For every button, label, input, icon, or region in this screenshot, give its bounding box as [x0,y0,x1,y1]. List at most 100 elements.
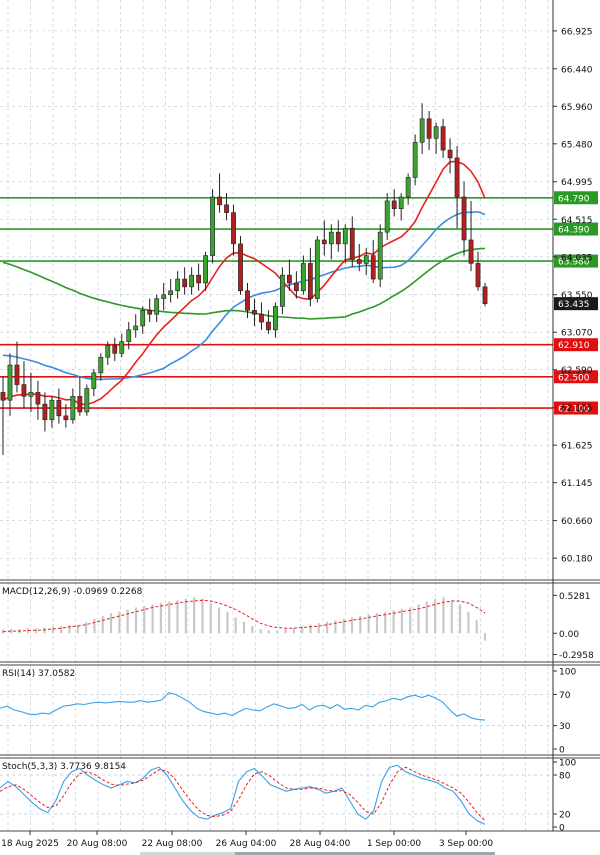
horizontal-levels: 64.79064.39063.98062.91062.50062.100 [0,191,598,415]
candle-body [119,341,125,354]
candle-body [293,282,299,292]
stoch-main-line [0,764,486,825]
macd-tick-label: 0.5281 [559,592,591,602]
candle-body [259,313,264,323]
candle-body [126,329,132,342]
candle-body [224,204,229,213]
candle-body [147,310,153,315]
candle-body [328,231,334,245]
candle-body [196,274,201,284]
candle-body [175,278,181,292]
candle-body [384,200,390,233]
grid-lines [0,0,553,831]
time-tick-label: 3 Sep 00:00 [439,839,494,849]
level-label: 64.790 [558,194,590,204]
candle-body [49,399,55,421]
candle-body [42,403,48,421]
price-tick-label: 66.925 [561,27,593,37]
candle-body [419,118,425,143]
time-tick-label: 1 Sep 00:00 [367,839,422,849]
candle-body [273,306,278,331]
level-label: 64.390 [558,226,590,236]
rsi-tick-label: 0 [559,746,565,756]
macd-tick-label: -0.2958 [559,651,594,661]
candle-body [70,396,76,421]
stoch-tick-label: 20 [559,811,571,821]
candle-body [447,149,453,159]
price-tick-label: 61.145 [561,479,593,489]
price-tick-label: 64.995 [561,178,593,188]
stoch-tick-label: 80 [559,772,571,782]
candle-body [21,384,27,397]
price-tick-label: 61.625 [561,442,593,452]
candle-body [377,231,383,280]
candle-body [335,231,341,245]
time-axis: 18 Aug 2025 20 Aug 08:00 22 Aug 08:00 26 Au… [1,831,495,855]
macd-tick-label: 0.00 [559,630,579,640]
level-label: 62.910 [558,341,590,351]
candle-body [84,388,90,413]
candle-body [77,396,83,413]
candle-body [280,274,285,307]
price-tick-label: 62.105 [561,404,593,414]
candle-body [300,263,306,292]
candle-body [440,126,446,151]
candle-body [321,239,327,245]
candle-body [56,399,62,417]
candle-body [252,310,257,315]
macd-title: MACD(12,26,9) -0.0969 0.2268 [2,587,143,597]
candle-body [391,200,397,210]
price-tick-label: 64.515 [561,216,593,226]
candle-body [217,196,222,206]
candle-body [398,196,404,210]
candle-body [231,212,236,245]
candle-body [461,196,467,241]
candle-body [91,372,97,389]
price-tick-label: 64.035 [561,253,593,263]
candle-body [28,392,34,397]
candle-body [63,415,69,421]
rsi-line [0,692,486,721]
candle-body [35,392,41,405]
price-tick-label: 62.590 [561,366,593,376]
candle-body [426,118,432,139]
candle-body [140,310,146,327]
candle-body [245,290,250,311]
candle-body [182,278,188,288]
candle-body [133,325,139,331]
candle-body [168,290,174,295]
candle-body [14,364,20,385]
candle-body [210,196,215,256]
candle-body [454,157,460,198]
indicator-panels [0,0,600,832]
price-tick-label: 60.180 [561,555,593,565]
rsi-tick-label: 30 [559,722,571,732]
candle-body [203,255,208,284]
trading-chart[interactable]: 64.79064.39063.98062.91062.50062.100 66.… [0,0,600,855]
time-tick-label: 22 Aug 08:00 [142,839,203,849]
candle-body [370,255,376,280]
candle-body [154,298,160,315]
candle-body [405,177,411,198]
candle-body [482,286,488,304]
rsi-title: RSI(14) 37.0582 [2,669,75,679]
candle-body [363,255,369,264]
candle-body [475,263,481,288]
candle-body [189,274,195,288]
indicator-titles: MACD(12,26,9) -0.0969 0.2268 RSI(14) 37.0… [2,587,143,772]
candle-body [287,274,292,284]
price-tick-label: 60.660 [561,517,593,527]
candle-body [307,263,313,299]
candle-body [314,239,320,299]
candle-body [0,392,6,401]
candle-body [112,345,118,354]
price-axis: 66.925 66.440 65.960 65.480 64.995 64.515 64.0… [553,27,598,834]
candles [0,103,488,455]
candle-body [238,243,243,292]
stoch-tick-label: 0 [559,824,565,834]
candle-body [412,141,418,178]
time-tick-label: 28 Aug 04:00 [290,839,351,849]
rsi-tick-label: 70 [559,691,571,701]
time-tick-label: 20 Aug 08:00 [67,839,128,849]
price-tick-label: 66.440 [561,65,593,75]
